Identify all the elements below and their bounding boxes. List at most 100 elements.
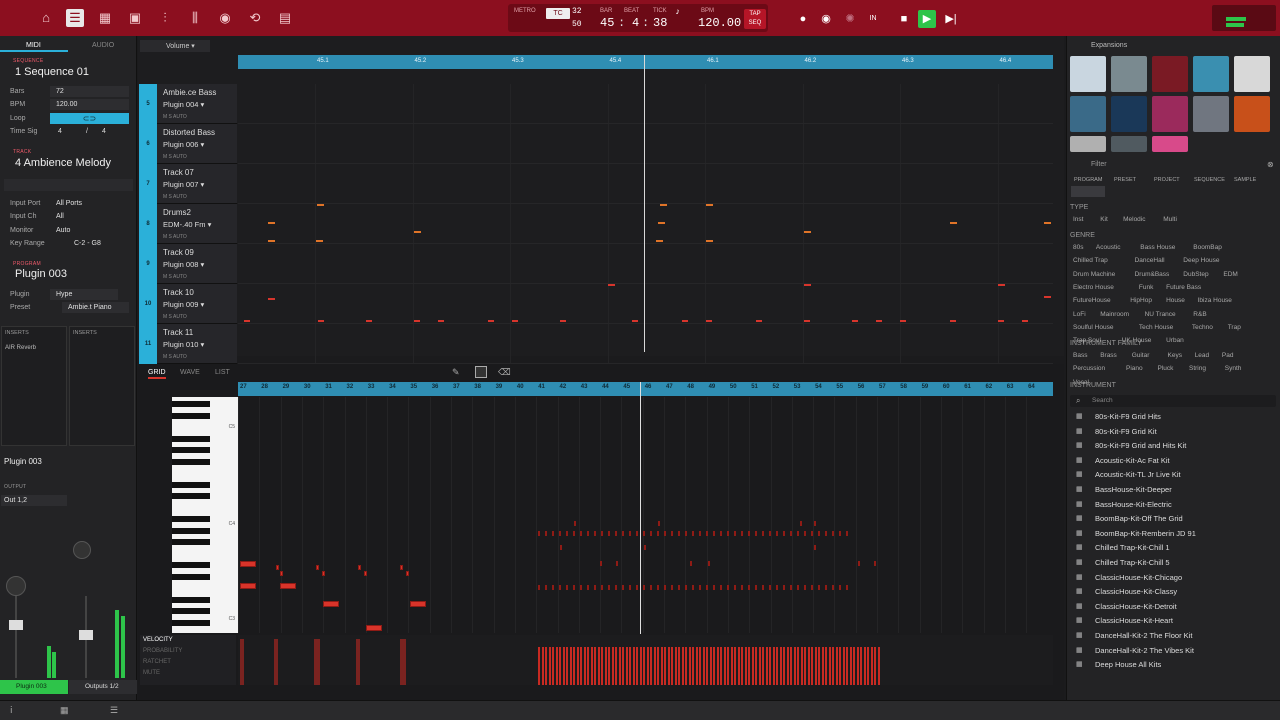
- midi-note[interactable]: [358, 565, 361, 570]
- velocity-bar[interactable]: [573, 647, 575, 685]
- midi-note[interactable]: [741, 585, 743, 590]
- kit-item[interactable]: ▦ BoomBap-Kit-Remberin JD 91: [1066, 527, 1266, 541]
- genre-chip[interactable]: LoFi: [1073, 311, 1086, 318]
- velocity-bar[interactable]: [597, 647, 600, 685]
- midi-note[interactable]: [783, 531, 785, 536]
- kit-item[interactable]: ▦ ClassicHouse-Kit-Detroit: [1066, 600, 1266, 614]
- tick-value[interactable]: 38: [653, 16, 667, 30]
- velocity-bar[interactable]: [618, 647, 621, 685]
- velocity-bar[interactable]: [825, 647, 827, 685]
- velocity-bar[interactable]: [632, 647, 635, 685]
- velocity-bar[interactable]: [786, 647, 789, 685]
- midi-note[interactable]: [615, 585, 617, 590]
- bar-ruler[interactable]: 27 28 29 30 31 32 33 34 35 36 37 38 39 40 41 42 43 44 45 46…: [238, 382, 1053, 396]
- velocity-bar[interactable]: [688, 647, 691, 685]
- velocity-bar[interactable]: [695, 647, 698, 685]
- family-chip[interactable]: Percussion: [1073, 365, 1105, 372]
- kit-item[interactable]: ▦ DanceHall-Kit-2 The Floor Kit: [1066, 629, 1266, 643]
- midi-note[interactable]: [755, 531, 757, 536]
- tc-value[interactable]: 32: [572, 7, 582, 16]
- velocity-bar[interactable]: [643, 647, 645, 685]
- genre-chip[interactable]: Soulful House: [1073, 324, 1113, 331]
- velocity-bar[interactable]: [856, 647, 859, 685]
- midi-note[interactable]: [748, 531, 750, 536]
- velocity-bar[interactable]: [685, 647, 687, 685]
- velocity-bar[interactable]: [358, 639, 360, 685]
- bars-field[interactable]: 72: [50, 86, 129, 97]
- volume-dropdown[interactable]: Volume ▾: [140, 40, 210, 52]
- filter-tab-active[interactable]: [1071, 186, 1105, 197]
- velocity-bar[interactable]: [849, 647, 852, 685]
- midi-note[interactable]: [671, 585, 673, 590]
- track-header[interactable]: 9 Track 09 Plugin 008 ▾ M S AUTO: [139, 244, 237, 284]
- velocity-bar[interactable]: [566, 647, 568, 685]
- midi-note[interactable]: [594, 585, 596, 590]
- timesig-den[interactable]: 4: [102, 128, 106, 135]
- velocity-bar[interactable]: [548, 647, 551, 685]
- midi-note[interactable]: [566, 531, 568, 536]
- black-key[interactable]: [172, 539, 210, 545]
- genre-chip[interactable]: Chilled Trap: [1073, 257, 1108, 264]
- expansion-thumb[interactable]: [1193, 96, 1229, 132]
- track-plugin[interactable]: Plugin 010 ▾: [163, 340, 204, 349]
- editor-playhead[interactable]: [640, 382, 641, 634]
- track-lane[interactable]: [238, 84, 1053, 124]
- velocity-bar[interactable]: [853, 647, 855, 685]
- midi-note[interactable]: [690, 561, 692, 566]
- genre-chip[interactable]: EDM: [1223, 271, 1237, 278]
- midi-note[interactable]: [644, 545, 646, 550]
- family-chip[interactable]: Brass: [1100, 352, 1117, 359]
- input-icon[interactable]: IN: [864, 10, 882, 28]
- plugin-field[interactable]: Hype: [50, 289, 118, 300]
- black-key[interactable]: [172, 596, 210, 603]
- kit-item[interactable]: ▦ ClassicHouse-Kit-Chicago: [1066, 571, 1266, 585]
- midi-note[interactable]: [692, 531, 694, 536]
- midi-note[interactable]: [240, 583, 256, 589]
- midi-note[interactable]: [657, 585, 659, 590]
- close-icon[interactable]: ⊗: [1267, 160, 1274, 169]
- velocity-bar[interactable]: [276, 639, 278, 685]
- midi-note[interactable]: [846, 531, 848, 536]
- midi-note[interactable]: [587, 585, 589, 590]
- pan-knob-right[interactable]: [73, 541, 91, 559]
- track-header[interactable]: 11 Track 11 Plugin 010 ▾ M S AUTO: [139, 324, 237, 364]
- midi-note[interactable]: [755, 585, 757, 590]
- genre-chip[interactable]: Mainroom: [1100, 311, 1129, 318]
- black-key[interactable]: [172, 573, 210, 580]
- track-lane[interactable]: [238, 324, 1053, 364]
- bar-value[interactable]: 45: [600, 16, 614, 30]
- stop-icon[interactable]: ■: [895, 10, 913, 28]
- expansion-thumb[interactable]: [1152, 56, 1188, 92]
- family-chip[interactable]: Bass: [1073, 352, 1087, 359]
- midi-note[interactable]: [410, 601, 426, 607]
- midi-note[interactable]: [858, 561, 860, 566]
- track-plugin[interactable]: Plugin 008 ▾: [163, 260, 204, 269]
- midi-note[interactable]: [276, 565, 279, 570]
- midi-note[interactable]: [364, 571, 367, 576]
- black-key[interactable]: [172, 481, 210, 488]
- velocity-bar[interactable]: [594, 647, 596, 685]
- midi-note[interactable]: [587, 531, 589, 536]
- family-chip[interactable]: Lead: [1195, 352, 1209, 359]
- velocity-bar[interactable]: [727, 647, 729, 685]
- track-header[interactable]: 7 Track 07 Plugin 007 ▾ M S AUTO: [139, 164, 237, 204]
- family-chip[interactable]: Keys: [1168, 352, 1182, 359]
- velocity-bar[interactable]: [720, 647, 722, 685]
- midi-note[interactable]: [818, 585, 820, 590]
- velocity-bar[interactable]: [639, 647, 642, 685]
- midi-note[interactable]: [580, 585, 582, 590]
- black-key[interactable]: [172, 516, 210, 522]
- strip-left-label[interactable]: Plugin 003: [0, 680, 68, 694]
- sequence-name[interactable]: 1 Sequence 01: [15, 66, 89, 78]
- piano-keyboard[interactable]: C5 C4 C3: [172, 397, 238, 633]
- midi-note[interactable]: [366, 625, 382, 631]
- note-grid[interactable]: [238, 397, 1053, 633]
- midi-note[interactable]: [657, 531, 659, 536]
- strip-right-label[interactable]: Outputs 1/2: [69, 680, 137, 694]
- tap-button[interactable]: TAP SEQ: [744, 9, 766, 29]
- midi-note[interactable]: [629, 531, 631, 536]
- track-header[interactable]: 8 Drums2 EDM-.40 Fm ▾ M S AUTO: [139, 204, 237, 244]
- family-chip[interactable]: Guitar: [1132, 352, 1150, 359]
- genre-chip[interactable]: Trap: [1228, 324, 1241, 331]
- genre-chip[interactable]: Electro House: [1073, 284, 1114, 291]
